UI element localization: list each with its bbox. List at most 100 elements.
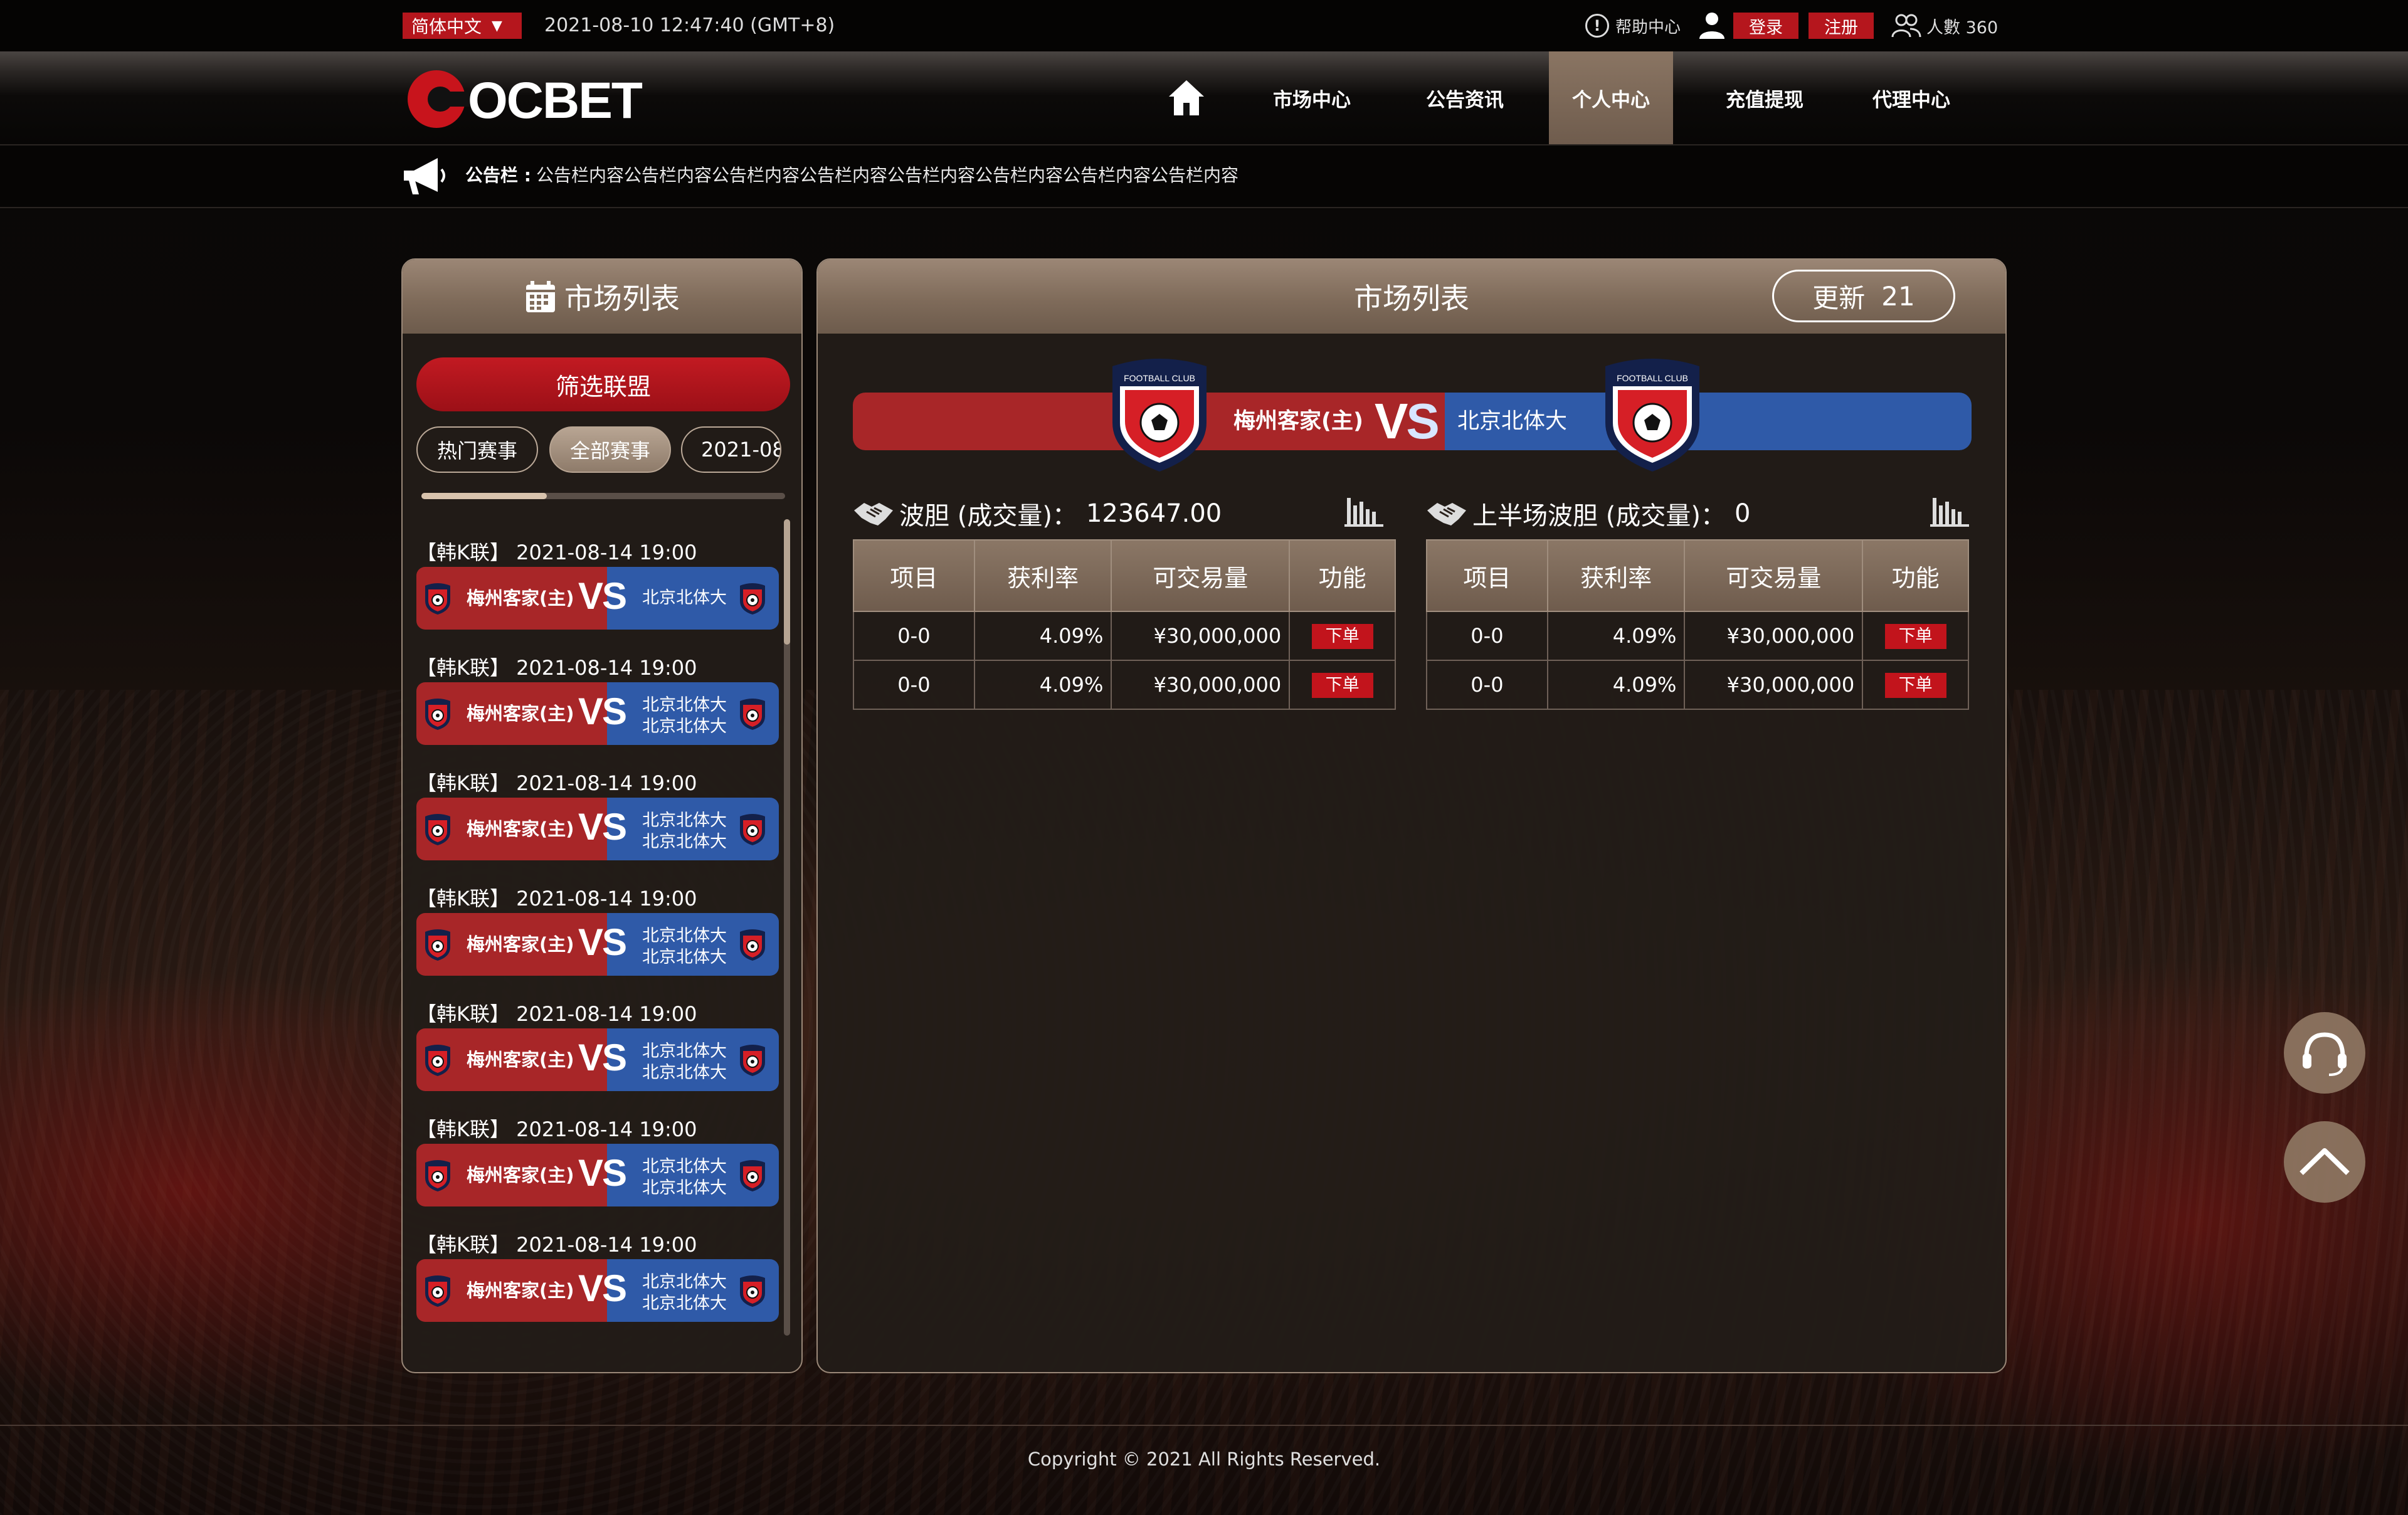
match-away-name: 北京北体大 xyxy=(642,811,727,830)
tab-hot-matches[interactable]: 热门赛事 xyxy=(416,426,538,473)
first-half-score-label: 上半场波胆 (成交量)： xyxy=(1472,502,1726,531)
match-title: 【韩K联】 2021-08-14 19:00 xyxy=(416,1117,697,1141)
match-away-name: 北京北体大 xyxy=(642,948,727,967)
away-team-crest-icon xyxy=(737,928,768,962)
help-center-label: 帮助中心 xyxy=(1615,18,1681,37)
correct-score-title: 波胆 (成交量)： 123647.00 xyxy=(853,492,1222,536)
market-detail-title: 市场列表 xyxy=(1354,282,1469,315)
bar-chart-icon[interactable] xyxy=(1930,493,1969,528)
match-away-name: 北京北体大 xyxy=(642,926,727,946)
login-button[interactable]: 登录 xyxy=(1733,13,1798,39)
customer-service-button[interactable] xyxy=(2284,1012,2365,1094)
back-to-top-button[interactable] xyxy=(2284,1121,2365,1203)
market-detail-panel: 市场列表 更新 21 FOOTBALL CLUB FOOTBALL CLUB 梅… xyxy=(816,258,2007,1373)
match-away-name: 北京北体大 xyxy=(642,1063,727,1082)
match-away-names: 北京北体大 北京北体大 xyxy=(642,1272,727,1314)
language-label: 简体中文 xyxy=(411,16,482,37)
top-bar: 简体中文 ▼ 2021-08-10 12:47:40 (GMT+8) ! 帮助中… xyxy=(0,0,2408,51)
cell-action: 下单 xyxy=(1289,660,1396,710)
market-list-header: 市场列表 xyxy=(403,260,801,334)
match-away-name: 北京北体大 xyxy=(642,1178,727,1198)
user-icon[interactable] xyxy=(1698,11,1726,39)
nav-market-center[interactable]: 市场中心 xyxy=(1250,51,1373,144)
place-order-button[interactable]: 下单 xyxy=(1311,673,1373,698)
versus-label: VS xyxy=(1375,391,1440,451)
match-title: 【韩K联】 2021-08-14 19:00 xyxy=(416,1233,697,1257)
register-button[interactable]: 注册 xyxy=(1809,13,1874,39)
match-list-item[interactable]: 【韩K联】 2021-08-14 19:00 梅州客家(主) 北京北体大 北京北体… xyxy=(416,647,779,763)
notice-bar: 公告栏 : 公告栏内容公告栏内容公告栏内容公告栏内容公告栏内容公告栏内容公告栏内… xyxy=(0,145,2408,208)
match-list-scrollbar[interactable] xyxy=(784,519,790,1336)
match-list-item[interactable]: 【韩K联】 2021-08-14 19:00 梅州客家(主) 北京北体大 北京北体… xyxy=(416,1109,779,1224)
table-row: 0-0 4.09% ¥30,000,000 下单 xyxy=(853,660,1396,710)
match-bar: 梅州客家(主) 北京北体大 北京北体大 VS xyxy=(416,682,779,745)
place-order-button[interactable]: 下单 xyxy=(1311,624,1373,649)
tab-date[interactable]: 2021-08 xyxy=(681,426,781,473)
cell-item: 0-0 xyxy=(1426,660,1548,710)
correct-score-volume: 123647.00 xyxy=(1085,499,1222,528)
match-title: 【韩K联】 2021-08-14 19:00 xyxy=(416,656,697,680)
match-list-item[interactable]: 【韩K联】 2021-08-14 19:00 梅州客家(主) 北京北体大 北京北体… xyxy=(416,763,779,878)
filter-league-button[interactable]: 筛选联盟 xyxy=(416,357,790,411)
match-list-scrollbar-thumb[interactable] xyxy=(784,519,790,645)
copyright-text: Copyright © 2021 All Rights Reserved. xyxy=(1027,1449,1381,1470)
cell-action: 下单 xyxy=(1862,611,1969,661)
col-item: 项目 xyxy=(853,539,975,612)
caret-down-icon: ▼ xyxy=(492,18,502,34)
match-bar: 梅州客家(主) 北京北体大 北京北体大 VS xyxy=(416,1028,779,1091)
away-team-crest-icon xyxy=(737,697,768,731)
tabs-scrollbar[interactable] xyxy=(421,493,785,499)
cocbet-logo[interactable]: OCBET xyxy=(403,64,679,133)
away-team-crest-icon xyxy=(737,1043,768,1077)
nav-announcements[interactable]: 公告资讯 xyxy=(1403,51,1526,144)
home-team-name: 梅州客家(主) xyxy=(1233,409,1363,434)
nav-personal-center[interactable]: 个人中心 xyxy=(1549,51,1673,144)
cell-rate: 4.09% xyxy=(1546,611,1686,661)
tab-all-matches[interactable]: 全部赛事 xyxy=(549,426,671,473)
match-bar: 梅州客家(主) 北京北体大 北京北体大 VS xyxy=(416,1259,779,1322)
refresh-button[interactable]: 更新 21 xyxy=(1772,270,1955,322)
home-icon[interactable] xyxy=(1166,78,1207,118)
users-icon xyxy=(1891,14,1921,38)
table-row: 0-0 4.09% ¥30,000,000 下单 xyxy=(853,611,1396,661)
cell-volume: ¥30,000,000 xyxy=(1684,660,1864,710)
bar-chart-icon[interactable] xyxy=(1344,493,1383,528)
home-team-crest-icon xyxy=(423,813,453,847)
versus-label: VS xyxy=(578,1037,627,1079)
away-team-crest-icon: FOOTBALL CLUB xyxy=(1605,359,1699,472)
first-half-score-title: 上半场波胆 (成交量)： 0 xyxy=(1426,492,1750,536)
place-order-button[interactable]: 下单 xyxy=(1884,624,1946,649)
col-rate: 获利率 xyxy=(1546,539,1686,612)
match-away-side: 北京北体大 北京北体大 xyxy=(607,682,779,745)
cell-item: 0-0 xyxy=(1426,611,1548,661)
market-detail-header: 市场列表 更新 21 xyxy=(818,260,2005,334)
svg-text:OCBET: OCBET xyxy=(468,72,643,129)
match-list-item[interactable]: 【韩K联】 2021-08-14 19:00 梅州客家(主) 北京北体大 北京北体… xyxy=(416,1224,779,1339)
language-select[interactable]: 简体中文 ▼ xyxy=(403,13,522,39)
match-away-names: 北京北体大 北京北体大 xyxy=(642,695,727,737)
notice-text: 公告栏内容公告栏内容公告栏内容公告栏内容公告栏内容公告栏内容公告栏内容公告栏内容 xyxy=(536,165,1239,186)
place-order-button[interactable]: 下单 xyxy=(1884,673,1946,698)
col-volume: 可交易量 xyxy=(1111,539,1291,612)
match-list-item[interactable]: 【韩K联】 2021-08-14 19:00 梅州客家(主) 北京北体大 北京北体… xyxy=(416,878,779,993)
col-rate: 获利率 xyxy=(973,539,1112,612)
match-away-names: 北京北体大 北京北体大 xyxy=(642,926,727,968)
refresh-countdown: 21 xyxy=(1881,280,1915,312)
tabs-scrollbar-thumb[interactable] xyxy=(421,493,547,499)
match-title: 【韩K联】 2021-08-14 19:00 xyxy=(416,1002,697,1026)
match-list-item[interactable]: 【韩K联】 2021-08-14 19:00 梅州客家(主) 北京北体大 北京北体… xyxy=(416,993,779,1109)
match-home-name: 梅州客家(主) xyxy=(467,703,574,724)
home-team-crest-icon: FOOTBALL CLUB xyxy=(1112,359,1207,472)
match-away-names: 北京北体大 北京北体大 xyxy=(642,1156,727,1199)
match-away-side: 北京北体大 北京北体大 xyxy=(607,798,779,860)
match-home-name: 梅州客家(主) xyxy=(467,1280,574,1301)
footer-divider xyxy=(0,1425,2408,1426)
help-center-link[interactable]: ! 帮助中心 xyxy=(1585,11,1681,40)
match-list-item[interactable]: 【韩K联】 2021-08-14 19:00 梅州客家(主) 北京北体大 VS xyxy=(416,532,779,647)
cell-action: 下单 xyxy=(1862,660,1969,710)
cell-item: 0-0 xyxy=(853,611,975,661)
nav-agent-center[interactable]: 代理中心 xyxy=(1850,51,1973,144)
away-team-crest-icon xyxy=(737,813,768,847)
first-half-score-table: 项目 获利率 可交易量 功能 0-0 4.09% ¥30,000,000 下单 0… xyxy=(1426,539,1969,710)
nav-deposit-withdraw[interactable]: 充值提现 xyxy=(1703,51,1826,144)
